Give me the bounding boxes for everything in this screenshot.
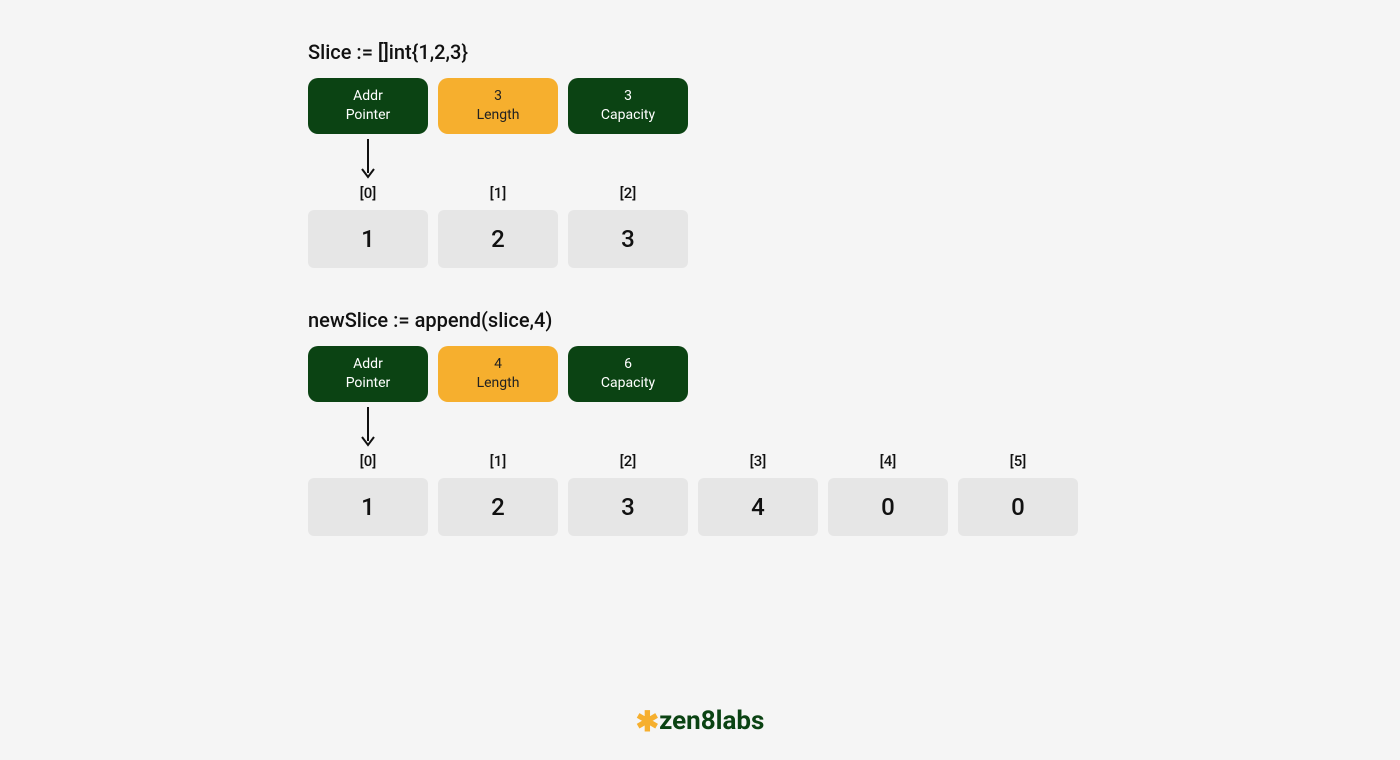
brand-name: zen8labs [659, 706, 764, 736]
array-cell: [1] 2 [438, 184, 558, 268]
asterisk-icon: ✱ [636, 705, 659, 738]
cell-value: 1 [308, 478, 428, 536]
length-box: 4 Length [438, 346, 558, 402]
cell-index: [2] [620, 184, 637, 202]
capacity-box: 3 Capacity [568, 78, 688, 134]
cell-index: [5] [1010, 452, 1027, 470]
section-newslice: newSlice := append(slice,4) Addr Pointer… [308, 308, 1078, 536]
array-cell: [5] 0 [958, 452, 1078, 536]
addr-label-line1: Addr [353, 355, 383, 374]
length-label: Length [477, 374, 520, 393]
capacity-value: 3 [624, 87, 632, 106]
cell-value: 0 [958, 478, 1078, 536]
capacity-box: 6 Capacity [568, 346, 688, 402]
cell-value: 1 [308, 210, 428, 268]
array-cell: [0] 1 [308, 452, 428, 536]
array-cell: [3] 4 [698, 452, 818, 536]
slice-header-row: Addr Pointer 3 Length 3 Capacity [308, 78, 1078, 134]
cell-value: 2 [438, 478, 558, 536]
cell-value: 3 [568, 478, 688, 536]
addr-pointer-box: Addr Pointer [308, 78, 428, 134]
addr-pointer-box: Addr Pointer [308, 346, 428, 402]
addr-label-line2: Pointer [346, 374, 391, 393]
array-cell: [0] 1 [308, 184, 428, 268]
length-box: 3 Length [438, 78, 558, 134]
newslice-declaration: newSlice := append(slice,4) [308, 308, 1078, 332]
length-value: 4 [494, 355, 502, 374]
cell-index: [1] [490, 184, 507, 202]
brand-logo: ✱zen8labs [0, 705, 1400, 738]
array-row-2: [0] 1 [1] 2 [2] 3 [3] 4 [4] 0 [5] 0 [308, 452, 1078, 536]
array-cell: [4] 0 [828, 452, 948, 536]
array-cell: [2] 3 [568, 452, 688, 536]
cell-index: [1] [490, 452, 507, 470]
capacity-value: 6 [624, 355, 632, 374]
section-slice: Slice := []int{1,2,3} Addr Pointer 3 Len… [308, 40, 1078, 268]
cell-value: 2 [438, 210, 558, 268]
array-cell: [1] 2 [438, 452, 558, 536]
cell-index: [4] [880, 452, 897, 470]
capacity-label: Capacity [601, 106, 655, 125]
addr-label-line1: Addr [353, 87, 383, 106]
cell-index: [2] [620, 452, 637, 470]
cell-value: 4 [698, 478, 818, 536]
length-value: 3 [494, 87, 502, 106]
cell-index: [3] [750, 452, 767, 470]
cell-index: [0] [360, 452, 377, 470]
newslice-header-row: Addr Pointer 4 Length 6 Capacity [308, 346, 1078, 402]
pointer-arrow [308, 134, 428, 184]
array-cell: [2] 3 [568, 184, 688, 268]
cell-value: 0 [828, 478, 948, 536]
array-row-1: [0] 1 [1] 2 [2] 3 [308, 184, 1078, 268]
slice-declaration: Slice := []int{1,2,3} [308, 40, 1078, 64]
cell-index: [0] [360, 184, 377, 202]
cell-value: 3 [568, 210, 688, 268]
addr-label-line2: Pointer [346, 106, 391, 125]
capacity-label: Capacity [601, 374, 655, 393]
length-label: Length [477, 106, 520, 125]
pointer-arrow [308, 402, 428, 452]
